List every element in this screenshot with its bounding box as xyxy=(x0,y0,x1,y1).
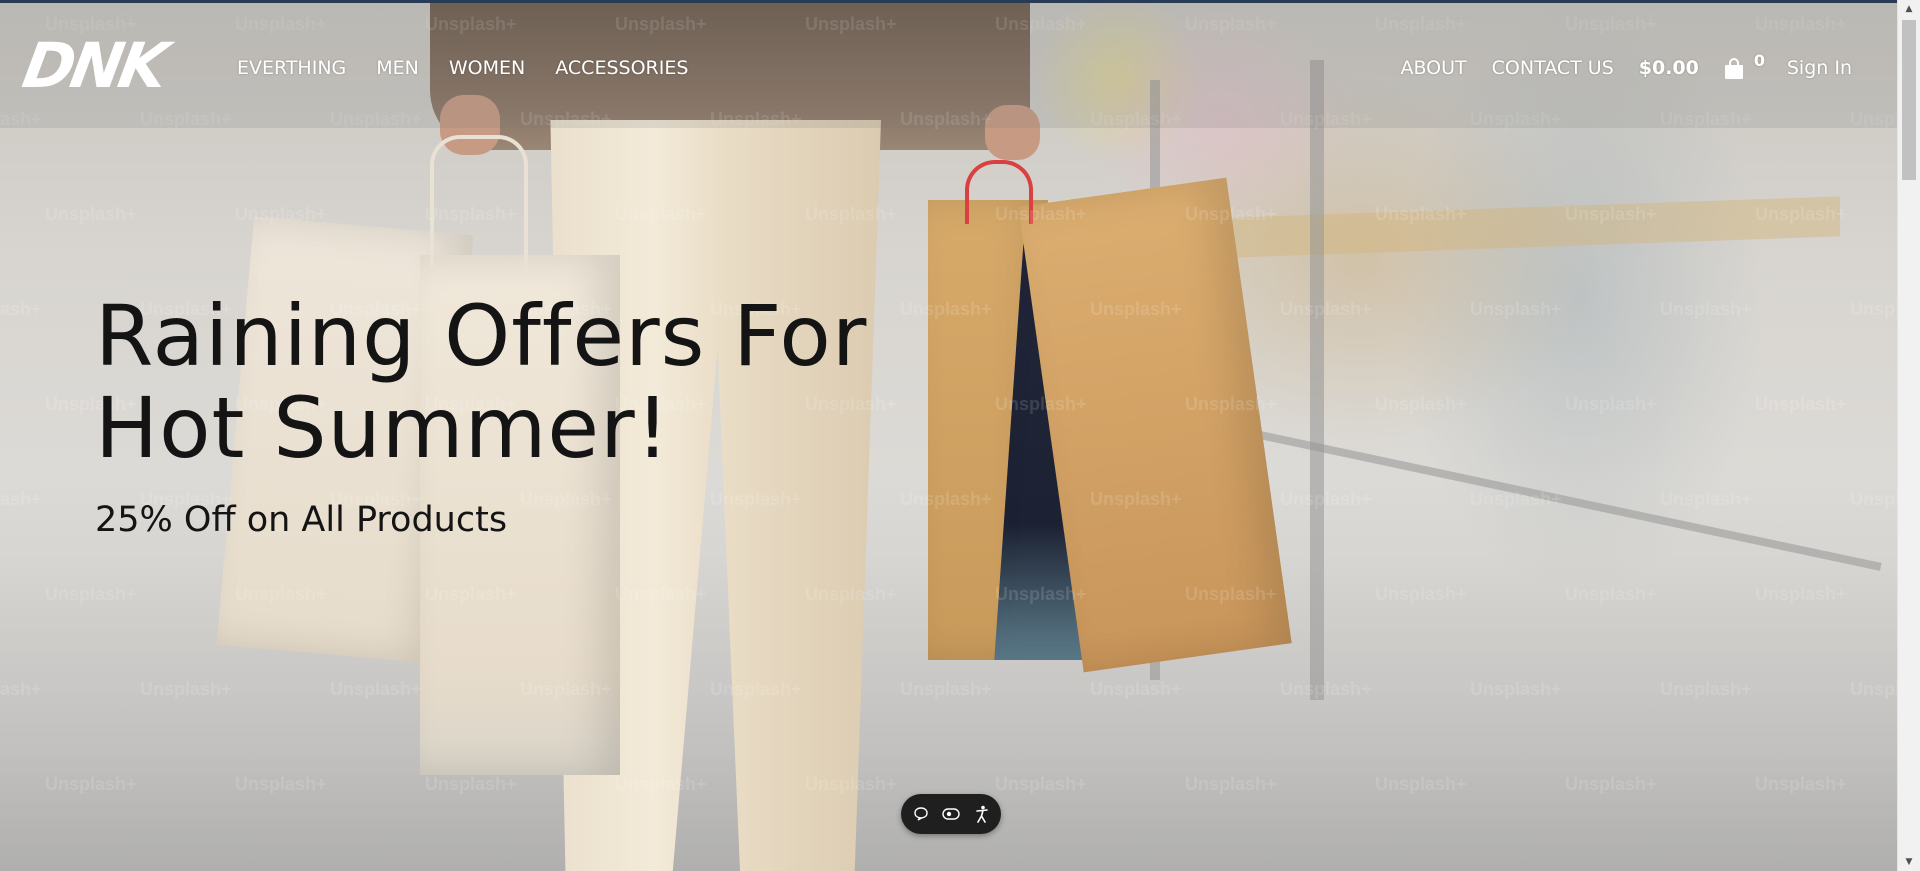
watermark-text: Unsplash+ xyxy=(1470,299,1562,319)
scroll-up-arrow-icon[interactable]: ▲ xyxy=(1898,0,1920,18)
nav-accessories[interactable]: ACCESSORIES xyxy=(555,55,688,81)
watermark-text: Unsplash+ xyxy=(45,204,137,224)
watermark-text: Unsplash+ xyxy=(1850,299,1898,319)
cart-total[interactable]: $0.00 xyxy=(1639,55,1699,81)
floating-widget xyxy=(901,794,1001,834)
shopping-bag-icon xyxy=(1724,58,1744,79)
hero-subtitle: 25% Off on All Products xyxy=(95,500,508,540)
watermark-text: Unsplash+ xyxy=(1660,489,1752,509)
scrollbar-thumb[interactable] xyxy=(1902,20,1916,180)
watermark-text: Unsplash+ xyxy=(0,299,42,319)
accessibility-icon[interactable] xyxy=(971,803,993,825)
watermark-text: Unsplash+ xyxy=(1375,394,1467,414)
nav-everything[interactable]: EVERTHING xyxy=(237,55,346,81)
bag-handle xyxy=(430,135,528,269)
nav-about[interactable]: ABOUT xyxy=(1400,55,1466,81)
secondary-nav: ABOUT CONTACT US $0.00 0 Sign In xyxy=(1400,51,1852,81)
railing-post xyxy=(1310,60,1324,700)
nav-women[interactable]: WOMEN xyxy=(449,55,525,81)
watermark-text: Unsplash+ xyxy=(1755,394,1847,414)
watermark-text: Unsplash+ xyxy=(1280,489,1372,509)
sign-in-link[interactable]: Sign In xyxy=(1787,55,1852,81)
scroll-down-arrow-icon[interactable]: ▼ xyxy=(1898,853,1920,871)
watermark-text: Unsplash+ xyxy=(0,489,42,509)
nav-men[interactable]: MEN xyxy=(376,55,419,81)
nav-contact-us[interactable]: CONTACT US xyxy=(1492,55,1614,81)
hero-title: Raining Offers For Hot Summer! xyxy=(95,287,868,477)
cart-button[interactable]: 0 xyxy=(1724,51,1765,79)
bag-handle xyxy=(965,160,1033,224)
site-header: DNK EVERTHING MEN WOMEN ACCESSORIES ABOU… xyxy=(0,3,1898,128)
chat-bubble-icon[interactable] xyxy=(910,803,932,825)
brand-logo[interactable]: DNK xyxy=(18,29,170,102)
page-scrollbar[interactable]: ▲ ▼ xyxy=(1897,0,1920,871)
watermark-text: Unsplash+ xyxy=(1850,489,1898,509)
watermark-text: Unsplash+ xyxy=(1565,394,1657,414)
eye-toggle-icon[interactable] xyxy=(940,803,962,825)
watermark-text: Unsplash+ xyxy=(1660,299,1752,319)
cart-count-badge: 0 xyxy=(1753,51,1765,70)
watermark-text: Unsplash+ xyxy=(1280,299,1372,319)
main-nav: EVERTHING MEN WOMEN ACCESSORIES xyxy=(237,55,688,81)
